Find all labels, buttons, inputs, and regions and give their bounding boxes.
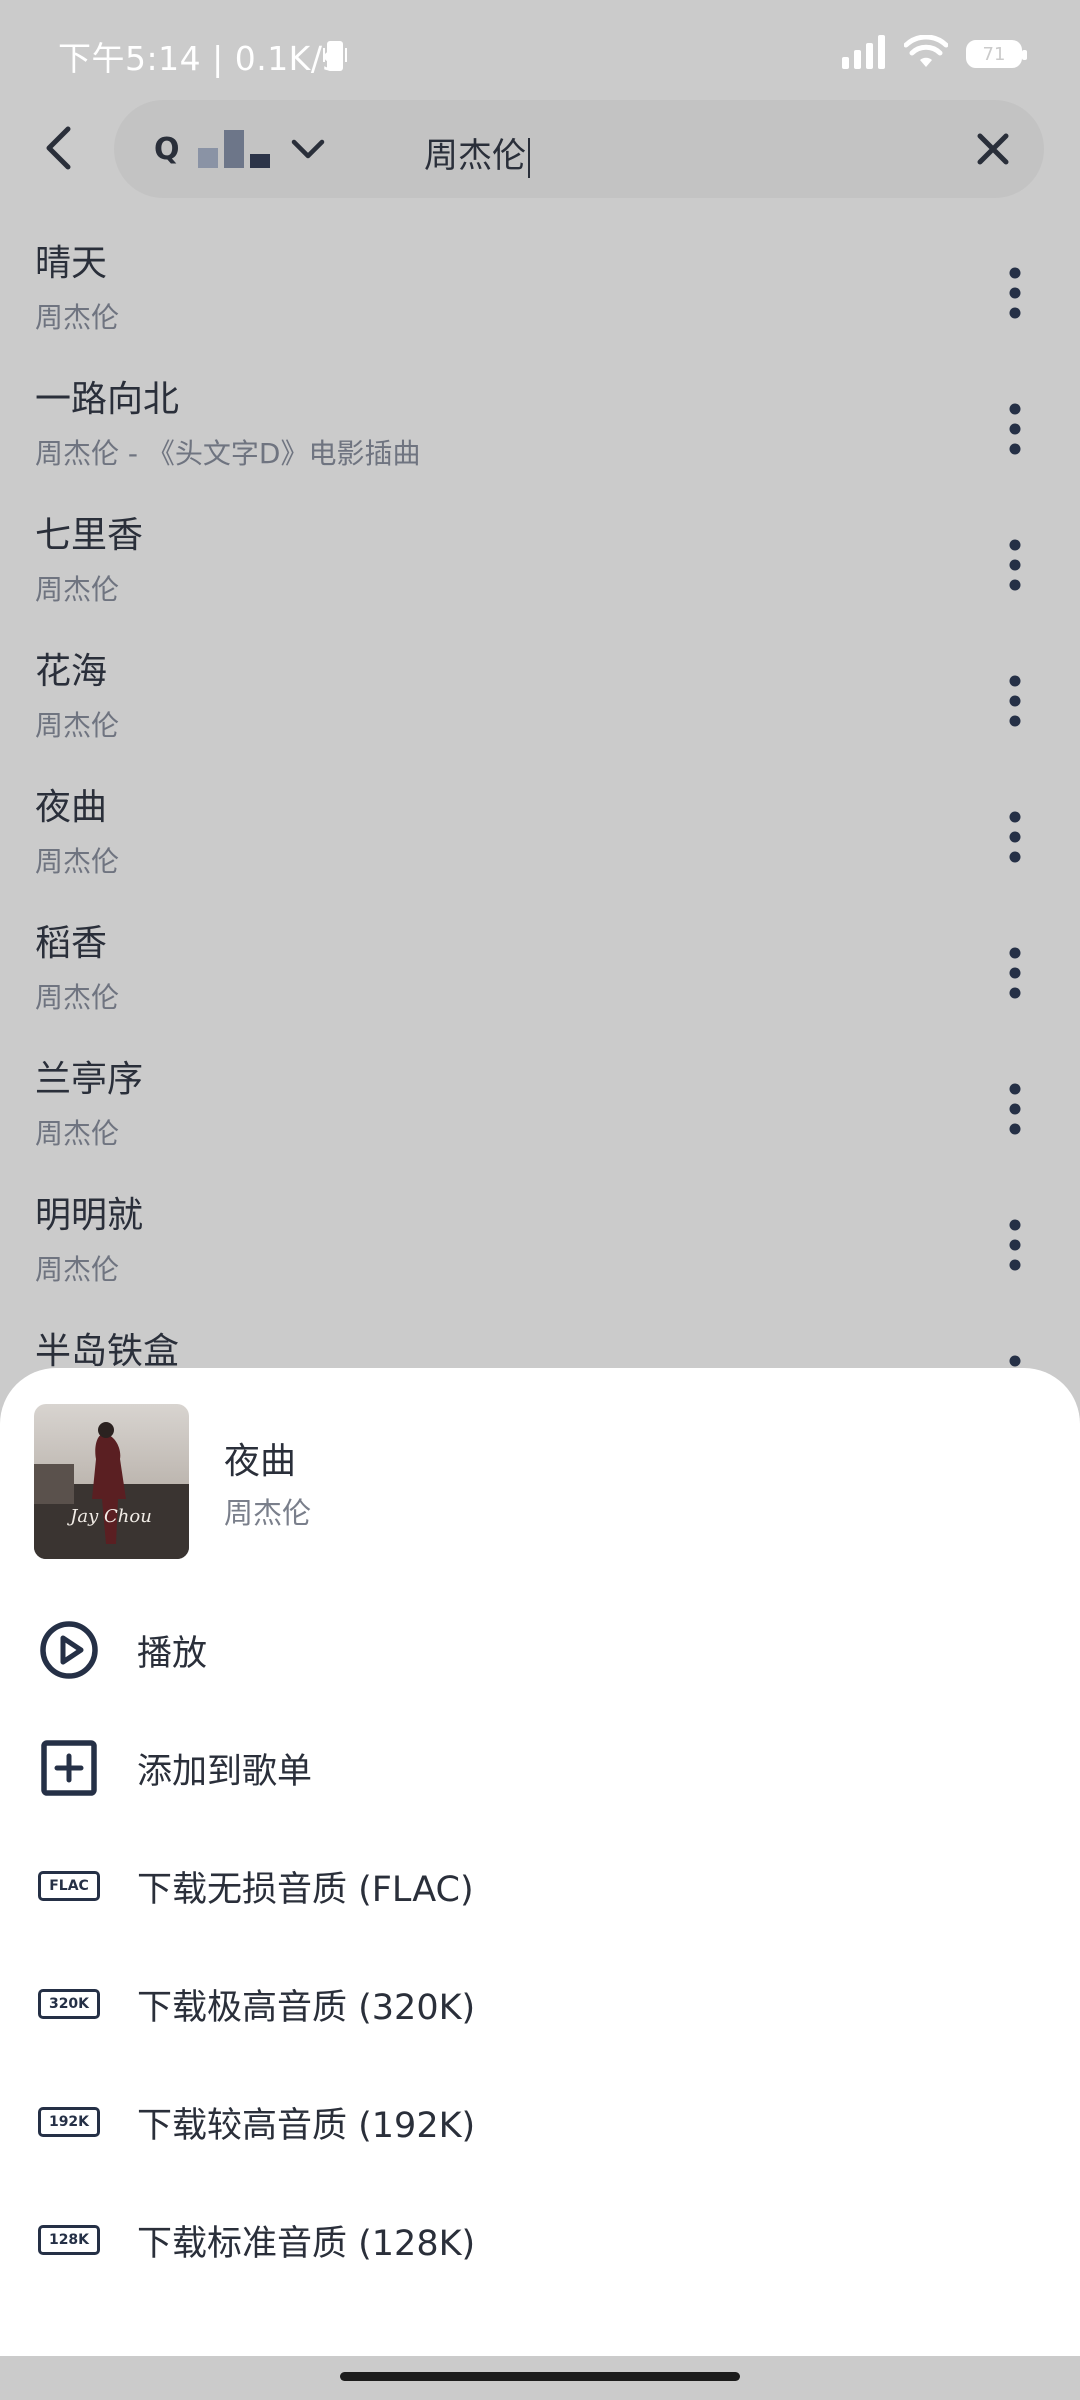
action-label: 下载极高音质 (320K): [137, 1987, 476, 2028]
192k-badge-icon: 192K: [34, 2087, 104, 2157]
text-caret: [528, 137, 530, 178]
source-label: Q: [154, 131, 180, 167]
more-options-button[interactable]: [990, 668, 1040, 734]
source-avatar: [197, 130, 270, 168]
more-options-button[interactable]: [990, 940, 1040, 1006]
flac-badge-icon: FLAC: [34, 1851, 104, 1921]
song-title: 半岛铁盒: [35, 1331, 180, 1372]
action-label: 下载标准音质 (128K): [137, 2223, 476, 2264]
home-indicator[interactable]: [340, 2372, 740, 2381]
search-input[interactable]: 周杰伦: [424, 128, 530, 178]
status-time: 下午5:14 | 0.1K/s: [58, 39, 341, 78]
close-icon: [977, 133, 1009, 165]
more-vertical-icon: [1009, 811, 1021, 863]
song-item[interactable]: 兰亭序 周杰伦: [0, 1040, 1080, 1176]
song-item[interactable]: 夜曲 周杰伦: [0, 768, 1080, 904]
action-label: 播放: [137, 1633, 208, 1674]
more-vertical-icon: [1009, 267, 1021, 319]
song-title: 花海: [35, 651, 108, 692]
song-list: 晴天 周杰伦 一路向北 周杰伦 - 《头文字D》电影插曲 七里香 周杰伦 花海 …: [0, 224, 1080, 1448]
320k-badge-icon: 320K: [34, 1969, 104, 2039]
search-field[interactable]: Q 周杰伦: [114, 100, 1044, 198]
status-bar: 下午5:14 | 0.1K/s 71: [0, 0, 1080, 110]
search-query: 周杰伦: [424, 136, 526, 176]
action-label: 下载无损音质 (FLAC): [137, 1869, 474, 1910]
sheet-song-artist: 周杰伦: [224, 1496, 312, 1530]
play-circle-icon: [34, 1615, 104, 1685]
song-options-sheet: Jay Chou 夜曲 周杰伦 播放 添加到歌单 FLAC 下载无损音质 (FL…: [0, 1368, 1080, 2356]
song-artist: 周杰伦: [35, 981, 120, 1014]
back-arrow-icon: [46, 126, 71, 170]
cover-title: Jay Chou: [66, 1506, 152, 1527]
clear-search-button[interactable]: [966, 122, 1020, 176]
song-artist: 周杰伦: [35, 709, 120, 742]
song-artist: 周杰伦: [35, 573, 120, 606]
more-vertical-icon: [1009, 403, 1021, 455]
more-vertical-icon: [1009, 675, 1021, 727]
song-title: 明明就: [35, 1195, 144, 1236]
sheet-song-title: 夜曲: [224, 1441, 297, 1482]
song-artist: 周杰伦 - 《头文字D》电影插曲: [35, 437, 421, 470]
source-selector[interactable]: Q: [154, 118, 328, 180]
song-artist: 周杰伦: [35, 845, 120, 878]
chevron-down-icon[interactable]: [288, 129, 328, 169]
more-options-button[interactable]: [990, 804, 1040, 870]
phone-vibrate-icon: [322, 40, 348, 74]
song-item[interactable]: 花海 周杰伦: [0, 632, 1080, 768]
signal-icon: [842, 35, 886, 73]
battery-icon: 71: [966, 40, 1027, 68]
play-action[interactable]: 播放: [0, 1600, 1080, 1700]
song-item[interactable]: 明明就 周杰伦: [0, 1176, 1080, 1312]
song-title: 一路向北: [35, 379, 180, 420]
add-square-icon: [34, 1733, 104, 1803]
song-title: 夜曲: [35, 787, 108, 828]
action-label: 下载较高音质 (192K): [137, 2105, 476, 2146]
back-button[interactable]: [30, 120, 86, 176]
more-options-button[interactable]: [990, 396, 1040, 462]
album-cover: Jay Chou: [34, 1404, 189, 1559]
more-options-button[interactable]: [990, 260, 1040, 326]
search-bar-row: Q 周杰伦: [0, 100, 1080, 198]
song-title: 稻香: [35, 923, 108, 964]
128k-badge-icon: 128K: [34, 2205, 104, 2275]
more-options-button[interactable]: [990, 1212, 1040, 1278]
song-title: 晴天: [35, 243, 108, 284]
song-artist: 周杰伦: [35, 1117, 120, 1150]
more-vertical-icon: [1009, 539, 1021, 591]
navigation-bar: [0, 2356, 1080, 2400]
song-artist: 周杰伦: [35, 1253, 120, 1286]
more-vertical-icon: [1009, 947, 1021, 999]
song-title: 七里香: [35, 515, 144, 556]
song-item[interactable]: 稻香 周杰伦: [0, 904, 1080, 1040]
download-flac-action[interactable]: FLAC 下载无损音质 (FLAC): [0, 1836, 1080, 1936]
song-item[interactable]: 七里香 周杰伦: [0, 496, 1080, 632]
download-192k-action[interactable]: 192K 下载较高音质 (192K): [0, 2072, 1080, 2172]
more-options-button[interactable]: [990, 532, 1040, 598]
action-label: 添加到歌单: [137, 1751, 313, 1792]
song-item[interactable]: 一路向北 周杰伦 - 《头文字D》电影插曲: [0, 360, 1080, 496]
status-icons: 71: [842, 34, 1027, 74]
song-item[interactable]: 晴天 周杰伦: [0, 224, 1080, 360]
download-320k-action[interactable]: 320K 下载极高音质 (320K): [0, 1954, 1080, 2054]
download-128k-action[interactable]: 128K 下载标准音质 (128K): [0, 2190, 1080, 2290]
song-artist: 周杰伦: [35, 301, 120, 334]
song-title: 兰亭序: [35, 1059, 144, 1100]
add-to-playlist-action[interactable]: 添加到歌单: [0, 1718, 1080, 1818]
more-vertical-icon: [1009, 1219, 1021, 1271]
wifi-icon: [903, 34, 949, 73]
battery-level: 71: [982, 43, 1006, 65]
more-options-button[interactable]: [990, 1076, 1040, 1142]
more-vertical-icon: [1009, 1083, 1021, 1135]
